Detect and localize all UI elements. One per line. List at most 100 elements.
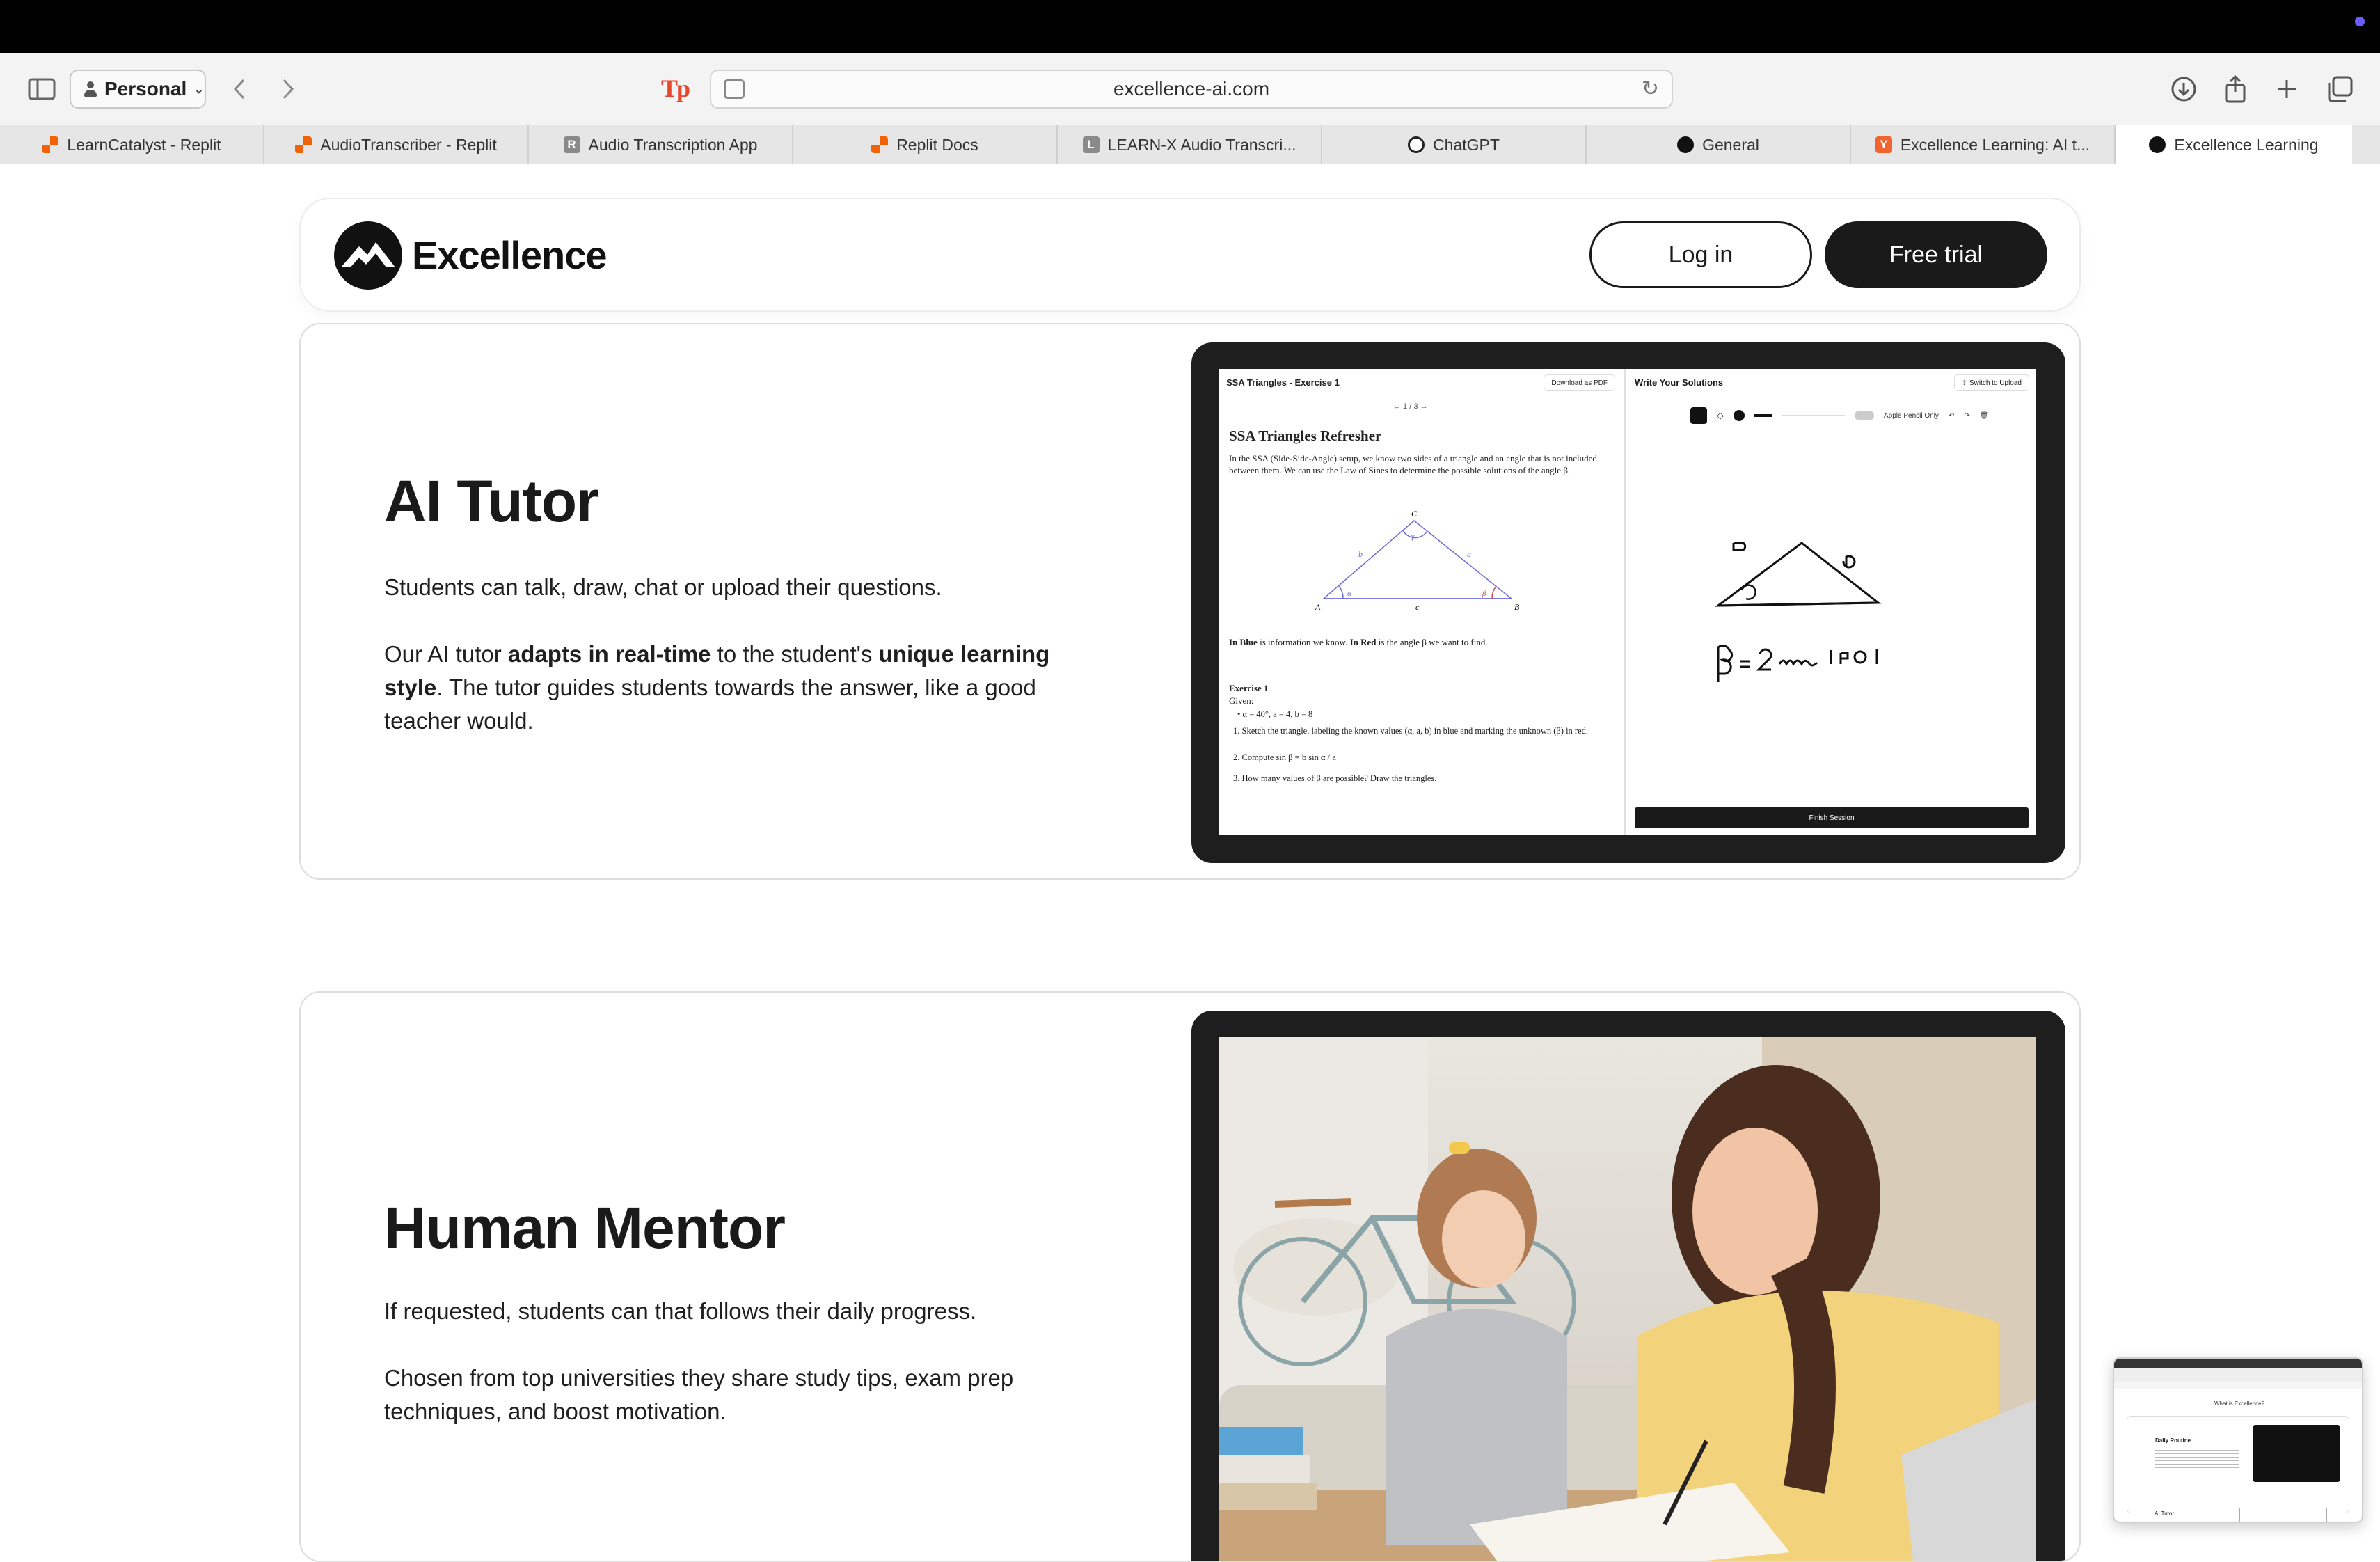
exercise-heading: Exercise 1 xyxy=(1229,683,1269,693)
new-tab-icon[interactable] xyxy=(2269,71,2305,107)
color-picker-icon[interactable] xyxy=(1734,410,1745,421)
tab-general[interactable]: General xyxy=(1587,125,1851,164)
share-icon[interactable] xyxy=(2217,71,2253,107)
replit-icon xyxy=(871,136,889,153)
chevron-down-icon: ⌄ xyxy=(193,81,205,96)
given-values: • α = 40°, a = 4, b = 8 xyxy=(1237,709,1313,719)
tab-label: LEARN-X Audio Transcri... xyxy=(1107,135,1296,154)
section-paragraph: Our AI tutor adapts in real-time to the … xyxy=(384,641,1050,734)
github-icon xyxy=(1677,136,1695,153)
undo-icon[interactable]: ↶ xyxy=(1949,412,1954,420)
svg-text:a: a xyxy=(1467,549,1471,559)
chatgpt-icon xyxy=(1408,136,1425,153)
tab-excellence-learning-ai[interactable]: Y Excellence Learning: AI t... xyxy=(1851,125,2116,164)
download-pdf-button[interactable]: Download as PDF xyxy=(1544,374,1615,391)
tab-label: Audio Transcription App xyxy=(588,135,758,154)
tab-label: ChatGPT xyxy=(1433,135,1500,154)
pencil-toggle[interactable] xyxy=(1855,411,1874,420)
svg-text:B: B xyxy=(1514,602,1520,612)
tab-replit-docs[interactable]: Replit Docs xyxy=(793,125,1058,164)
extension-tp-icon[interactable]: Tp xyxy=(661,74,690,103)
thumb-toolbar xyxy=(2114,1368,2362,1382)
brand-name[interactable]: Excellence xyxy=(412,232,608,278)
ai-tutor-card: AI Tutor Students can talk, draw, chat o… xyxy=(299,323,2081,880)
tab-label: Replit Docs xyxy=(896,135,978,154)
section-paragraph: Chosen from top universities they share … xyxy=(384,1365,1014,1424)
thumb-titlebar xyxy=(2114,1359,2362,1368)
svg-text:c: c xyxy=(1415,602,1420,612)
sidebar-toggle-icon[interactable] xyxy=(24,71,60,107)
tablet-screen: SSA Triangles - Exercise 1 Download as P… xyxy=(1219,369,2036,835)
handwritten-sketch xyxy=(1715,542,1882,682)
tab-learn-x[interactable]: L LEARN-X Audio Transcri... xyxy=(1058,125,1322,164)
section-paragraph: Students can talk, draw, chat or upload … xyxy=(384,574,942,600)
tab-label: Excellence Learning: AI t... xyxy=(1900,135,2091,154)
exercise-title: SSA Triangles - Exercise 1 xyxy=(1226,377,1340,388)
solution-pane: Write Your Solutions ⇪ Switch to Upload … xyxy=(1628,369,2036,835)
profile-selector[interactable]: Personal ⌄ xyxy=(70,70,206,109)
given-label: Given: xyxy=(1229,695,1254,706)
login-button[interactable]: Log in xyxy=(1589,221,1812,288)
l-icon: L xyxy=(1082,136,1100,153)
doc-intro: In the SSA (Side-Side-Angle) setup, we k… xyxy=(1229,453,1597,475)
thumb-text xyxy=(2155,1447,2239,1468)
exercise-step: 3. How many values of β are possible? Dr… xyxy=(1233,773,1437,783)
tab-chatgpt[interactable]: ChatGPT xyxy=(1322,125,1587,164)
thumb-header xyxy=(2114,1382,2362,1389)
thumb-media xyxy=(2253,1425,2340,1482)
thumb-footer: AI Tutor xyxy=(2155,1510,2175,1517)
stroke-size-slider[interactable] xyxy=(1754,414,1772,417)
back-icon[interactable] xyxy=(221,71,257,107)
reload-icon[interactable]: ↻ xyxy=(1642,77,1659,101)
svg-text:C: C xyxy=(1411,509,1418,519)
monitor-mockup xyxy=(1191,1011,2065,1561)
address-bar[interactable]: excellence-ai.com ↻ xyxy=(710,70,1673,109)
switch-upload-button[interactable]: ⇪ Switch to Upload xyxy=(1953,374,2029,391)
doc-heading: SSA Triangles Refresher xyxy=(1229,427,1382,444)
color-legend: In Blue is information we know. In Red i… xyxy=(1229,637,1488,647)
y-icon: Y xyxy=(1875,136,1892,153)
mentor-photo xyxy=(1219,1037,2036,1561)
window-thumbnail[interactable]: What is Excellence? Daily Routine AI Tut… xyxy=(2113,1357,2363,1523)
page-settings-icon[interactable] xyxy=(724,79,745,99)
tab-learncatalyst[interactable]: LearnCatalyst - Replit xyxy=(0,125,264,164)
svg-text:A: A xyxy=(1315,602,1321,612)
site-header: Excellence Log in Free trial xyxy=(299,198,2081,312)
redo-icon[interactable]: ↷ xyxy=(1964,412,1969,420)
free-trial-button[interactable]: Free trial xyxy=(1825,221,2047,288)
thumb-section: Daily Routine xyxy=(2155,1437,2191,1444)
svg-text:b: b xyxy=(1358,549,1363,559)
tab-audio-transcription-app[interactable]: R Audio Transcription App xyxy=(529,125,793,164)
finish-session-button[interactable]: Finish Session xyxy=(1635,807,2029,828)
pen-tool-icon[interactable] xyxy=(1690,407,1707,424)
tab-overview-icon[interactable] xyxy=(2322,71,2358,107)
replit-icon xyxy=(295,136,312,153)
thumb-card: Daily Routine xyxy=(2127,1416,2349,1513)
os-menu-bar xyxy=(0,0,2380,53)
excellence-icon xyxy=(2149,136,2166,153)
mountain-logo-icon[interactable] xyxy=(334,221,402,290)
page-navigator[interactable]: ← 1 / 3 → xyxy=(1393,402,1428,411)
trash-icon[interactable]: 🗑 xyxy=(1980,412,1989,420)
svg-text:β: β xyxy=(1482,590,1486,598)
svg-text:α: α xyxy=(1347,590,1351,598)
human-mentor-card: Human Mentor If requested, students can … xyxy=(299,991,2081,1562)
pencil-only-label: Apple Pencil Only xyxy=(1884,411,1939,420)
forward-icon[interactable] xyxy=(270,71,306,107)
section-title: Human Mentor xyxy=(384,1195,786,1261)
tab-excellence-learning[interactable]: Excellence Learning xyxy=(2116,125,2352,164)
exercise-step: 2. Compute sin β = b sin α / a xyxy=(1233,752,1336,762)
person-icon xyxy=(84,81,97,97)
svg-text:γ: γ xyxy=(1411,532,1415,541)
downloads-icon[interactable] xyxy=(2166,71,2202,107)
browser-toolbar: Personal ⌄ Tp excellence-ai.com ↻ xyxy=(0,53,2380,125)
r-icon: R xyxy=(563,136,580,153)
tab-label: LearnCatalyst - Replit xyxy=(67,135,221,154)
section-title: AI Tutor xyxy=(384,468,599,534)
tab-audiotranscriber[interactable]: AudioTranscriber - Replit xyxy=(264,125,529,164)
eraser-icon[interactable]: ◇ xyxy=(1717,410,1724,421)
thumb-heading: What is Excellence? xyxy=(2214,1401,2265,1407)
exercise-step: 1. Sketch the triangle, labeling the kno… xyxy=(1233,726,1589,736)
mentor-photo-illustration xyxy=(1219,1037,2036,1561)
drawing-toolbar: ◇ Apple Pencil Only ↶ ↷ 🗑 xyxy=(1690,405,1988,426)
